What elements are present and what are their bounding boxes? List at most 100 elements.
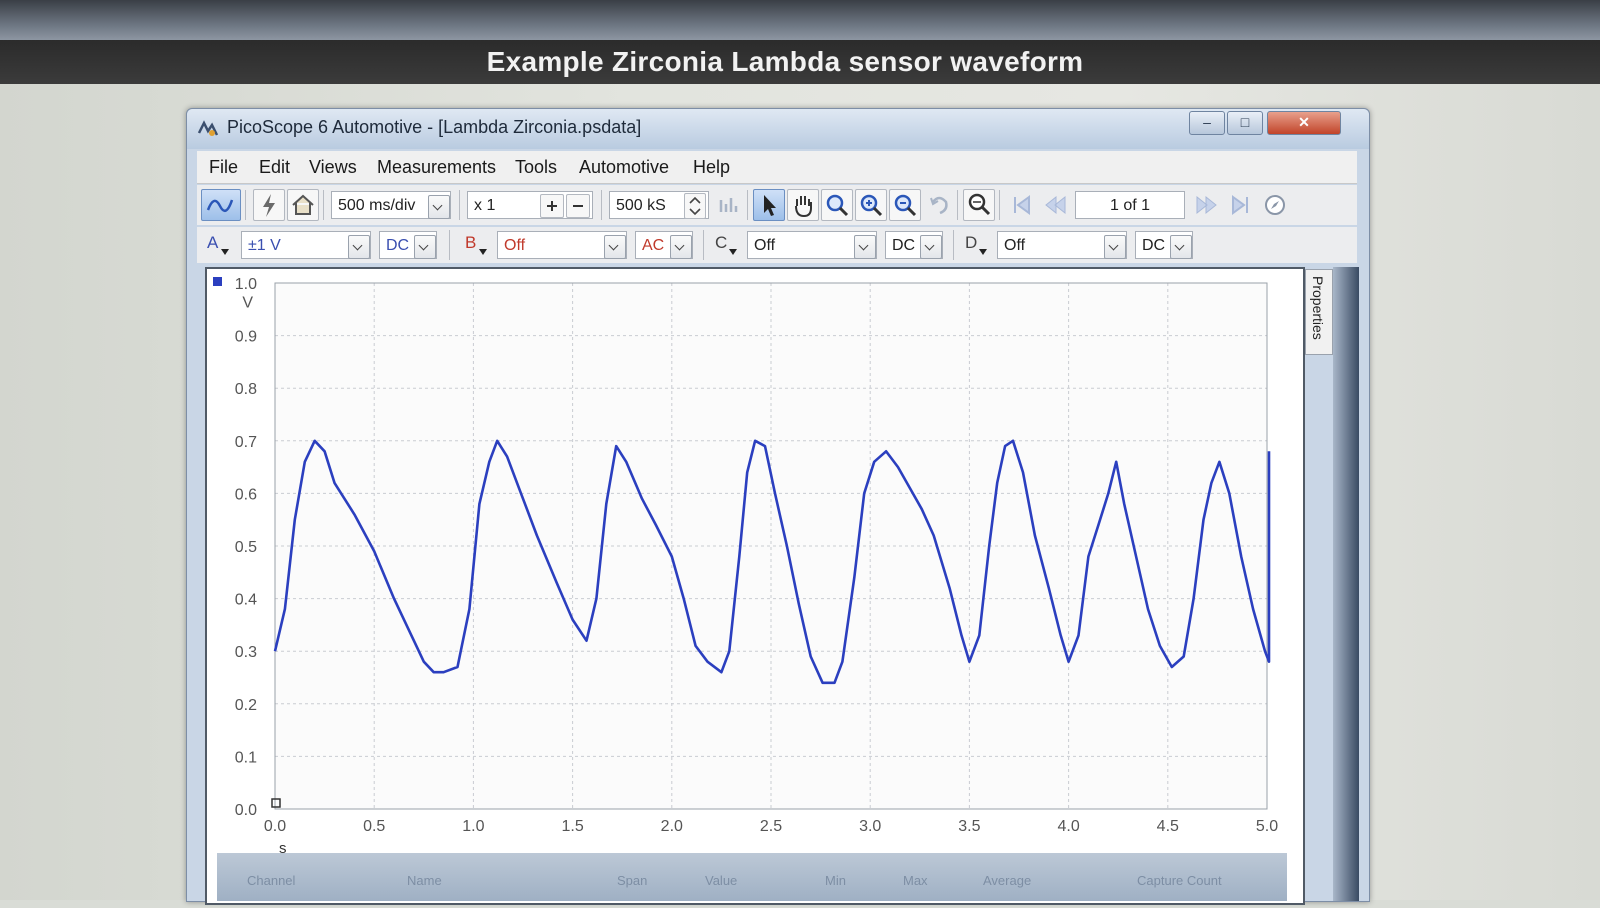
zoom-factor-minus-button[interactable] — [566, 194, 590, 218]
channel-c-coupling-select[interactable]: DC — [885, 231, 943, 259]
next-buffer-button[interactable] — [1191, 189, 1223, 221]
y-tick-label: 0.0 — [235, 802, 257, 819]
toolbar-separator — [449, 230, 450, 260]
close-button[interactable]: ✕ — [1267, 111, 1341, 135]
channel-b-arrow-icon — [479, 249, 487, 255]
last-buffer-icon — [1232, 195, 1248, 215]
channel-c-coupling-value: DC — [892, 237, 916, 254]
title-bar[interactable]: PicoScope 6 Automotive - [Lambda Zirconi… — [187, 109, 1369, 149]
zoom-tool-button[interactable] — [821, 189, 853, 221]
previous-buffer-button[interactable] — [1039, 189, 1071, 221]
channel-a-coupling-select[interactable]: DC — [379, 231, 437, 259]
channel-d-coupling-value: DC — [1142, 237, 1166, 254]
menu-tools[interactable]: Tools — [515, 157, 557, 178]
measurement-column-average[interactable]: Average — [983, 873, 1031, 888]
zoom-out-button[interactable] — [889, 189, 921, 221]
next-buffer-icon — [1196, 195, 1217, 215]
zoom-icon — [826, 194, 849, 217]
window-side-edge — [1333, 267, 1359, 901]
measurement-column-channel[interactable]: Channel — [247, 873, 295, 888]
menu-views[interactable]: Views — [309, 157, 357, 178]
measurement-column-name[interactable]: Name — [407, 873, 442, 888]
menu-help[interactable]: Help — [693, 157, 730, 178]
chevron-down-icon[interactable] — [1170, 235, 1192, 259]
measurement-column-value[interactable]: Value — [705, 873, 737, 888]
channel-a-label[interactable]: A — [207, 233, 218, 253]
sample-count-field[interactable]: 500 kS — [609, 191, 709, 219]
toolbar-separator — [953, 230, 954, 260]
y-tick-label: 0.3 — [235, 644, 257, 661]
sample-count-spinner[interactable] — [684, 193, 706, 219]
x-tick-label: 2.0 — [661, 818, 683, 835]
y-tick-label: 0.8 — [235, 381, 257, 398]
channel-b-coupling-select[interactable]: AC — [635, 231, 693, 259]
compass-button[interactable] — [1259, 189, 1291, 221]
channel-c-label[interactable]: C — [715, 233, 727, 253]
channel-a-range-select[interactable]: ±1 V — [241, 231, 371, 259]
undo-zoom-button[interactable] — [923, 189, 955, 221]
zoom-factor-field[interactable]: x 1 — [467, 191, 593, 219]
timebase-value: 500 ms/div — [338, 197, 416, 214]
chevron-down-icon[interactable] — [414, 235, 436, 259]
measurement-column-span[interactable]: Span — [617, 873, 647, 888]
channel-d-range-value: Off — [1004, 237, 1026, 254]
auto-setup-button[interactable] — [253, 189, 285, 221]
picoscope-app-icon — [197, 120, 219, 136]
properties-tab[interactable]: Properties — [1305, 269, 1333, 355]
menu-file[interactable]: File — [209, 157, 238, 178]
sample-count-value: 500 kS — [616, 197, 666, 214]
auto-setup-icon — [263, 194, 275, 217]
x-tick-label: 1.0 — [462, 818, 484, 835]
channel-b-range-select[interactable]: Off — [497, 231, 627, 259]
timebase-select[interactable]: 500 ms/div — [331, 191, 451, 219]
toolbar-separator — [999, 190, 1000, 220]
spinner-arrows-icon — [689, 196, 701, 216]
waveform-chart[interactable]: 0.0 0.1 0.2 0.3 0.4 0.5 0.6 0.7 0.8 0.9 1.0 0.0 0.5 1… — [207, 269, 1303, 903]
channel-c-range-select[interactable]: Off — [747, 231, 877, 259]
toolbar-separator — [323, 190, 324, 220]
window-title: PicoScope 6 Automotive - [Lambda Zirconi… — [227, 117, 642, 137]
hand-tool-button[interactable] — [787, 189, 819, 221]
chevron-down-icon[interactable] — [348, 235, 370, 259]
channel-d-label[interactable]: D — [965, 233, 977, 253]
channel-d-range-select[interactable]: Off — [997, 231, 1127, 259]
pointer-icon — [764, 195, 776, 216]
maximize-button[interactable]: □ — [1227, 111, 1263, 135]
minimize-button[interactable]: – — [1189, 111, 1225, 135]
home-button[interactable] — [287, 189, 319, 221]
channel-a-range-value: ±1 V — [248, 237, 281, 254]
chevron-down-icon[interactable] — [854, 235, 876, 259]
x-tick-label: 4.5 — [1157, 818, 1179, 835]
compass-icon — [1265, 195, 1285, 215]
measurement-column-capture-count[interactable]: Capture Count — [1137, 873, 1222, 888]
channel-b-label[interactable]: B — [465, 233, 476, 253]
measurement-column-min[interactable]: Min — [825, 873, 846, 888]
picoscope-window: PicoScope 6 Automotive - [Lambda Zirconi… — [186, 108, 1370, 905]
menu-edit[interactable]: Edit — [259, 157, 290, 178]
y-tick-label: 0.2 — [235, 697, 257, 714]
home-icon — [292, 194, 314, 215]
buffer-position-field[interactable]: 1 of 1 — [1075, 191, 1185, 219]
first-buffer-button[interactable] — [1005, 189, 1037, 221]
toolbar-separator — [703, 230, 704, 260]
pointer-tool-button[interactable] — [753, 189, 785, 221]
menu-measurements[interactable]: Measurements — [377, 157, 496, 178]
zoom-to-fit-button[interactable] — [963, 189, 995, 221]
zoom-100-icon — [968, 193, 991, 216]
chevron-down-icon[interactable] — [604, 235, 626, 259]
chevron-down-icon[interactable] — [920, 235, 942, 259]
last-buffer-button[interactable] — [1225, 189, 1257, 221]
chevron-down-icon[interactable] — [428, 195, 450, 219]
menu-automotive[interactable]: Automotive — [579, 157, 669, 178]
chevron-down-icon[interactable] — [670, 235, 692, 259]
signal-generator-button[interactable] — [713, 189, 745, 221]
scope-mode-button[interactable] — [201, 189, 241, 221]
channel-d-coupling-select[interactable]: DC — [1135, 231, 1193, 259]
y-tick-label: 1.0 — [235, 276, 257, 293]
chevron-down-icon[interactable] — [1104, 235, 1126, 259]
zoom-in-button[interactable] — [855, 189, 887, 221]
zoom-factor-plus-button[interactable] — [540, 194, 564, 218]
measurement-column-max[interactable]: Max — [903, 873, 928, 888]
scope-graph-area[interactable]: 0.0 0.1 0.2 0.3 0.4 0.5 0.6 0.7 0.8 0.9 1.0 0.0 0.5 1… — [205, 267, 1305, 905]
channel-b-coupling-value: AC — [642, 237, 665, 254]
